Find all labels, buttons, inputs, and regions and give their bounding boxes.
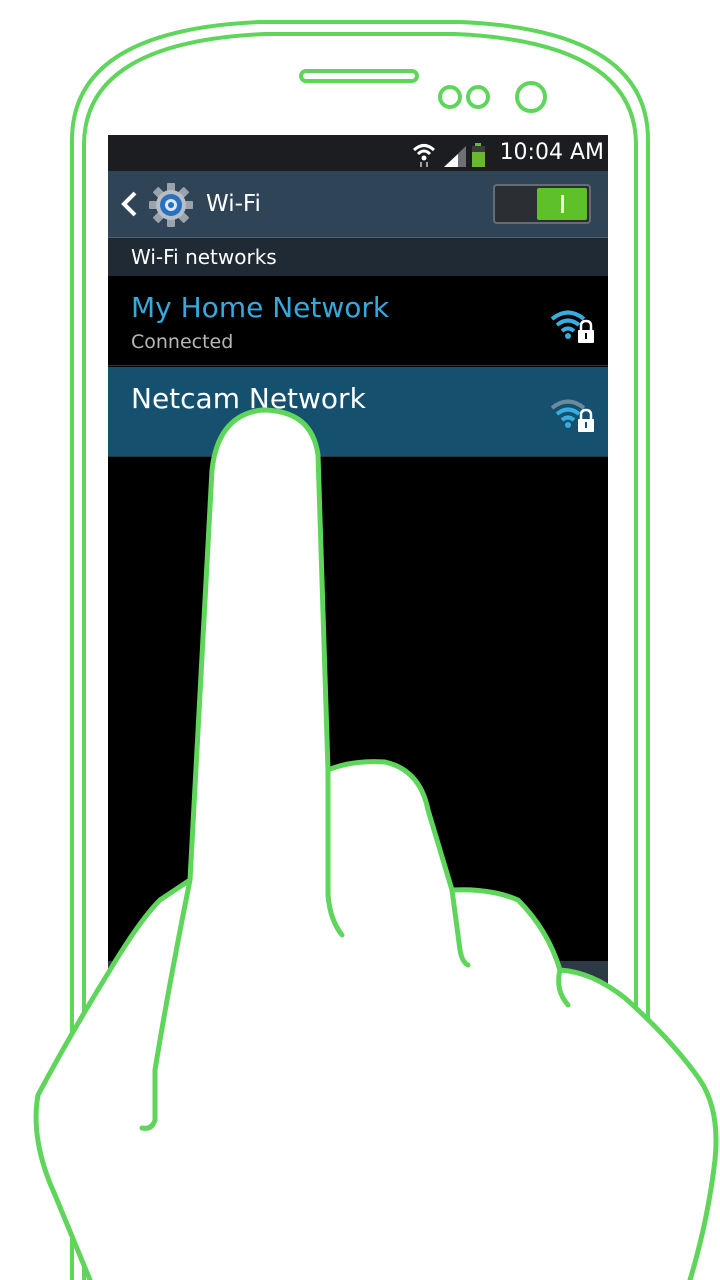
- illustration-stage: 10:04 AM Wi-Fi Wi-Fi networks My Home Ne…: [0, 0, 720, 1280]
- pointing-hand: [33, 407, 719, 1280]
